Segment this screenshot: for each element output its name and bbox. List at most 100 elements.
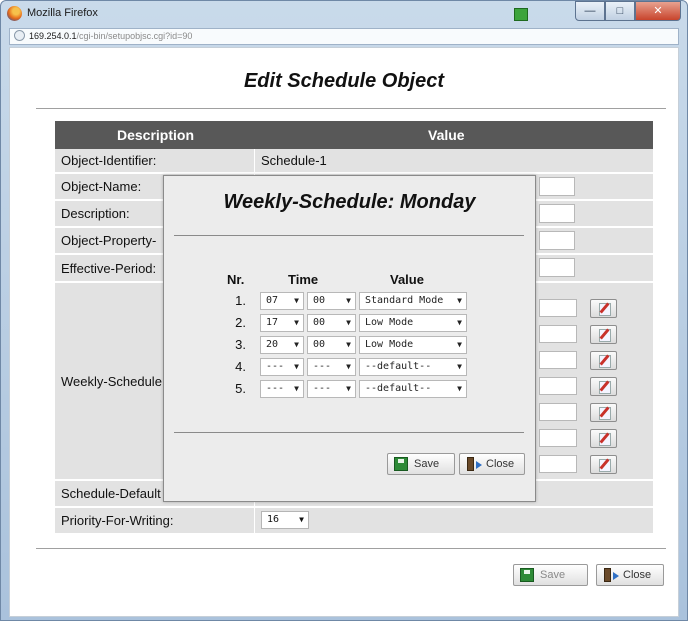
row-number: 2. [235,315,246,330]
chevron-down-icon: ▼ [346,318,351,327]
hour-select[interactable]: --- ▼ [260,380,304,398]
close-window-button[interactable]: ✕ [635,1,681,21]
effective-period-input[interactable] [539,258,575,277]
dialog-save-button[interactable]: Save [387,453,455,475]
firefox-icon [7,6,22,21]
window-controls: — □ ✕ [575,1,681,21]
window-title: Mozilla Firefox [27,7,98,19]
hour-value: 07 [266,295,279,306]
save-label: Save [540,569,566,581]
weekly-schedule-input[interactable] [539,325,577,343]
minute-value: --- [313,383,332,394]
minute-value: 00 [313,339,326,350]
description-input[interactable] [539,204,575,223]
dialog-title: Weekly-Schedule: Monday [223,191,476,213]
chevron-down-icon: ▼ [457,318,462,327]
minute-select[interactable]: 00 ▼ [307,336,356,354]
mode-value: --default-- [365,383,432,394]
hour-select[interactable]: --- ▼ [260,358,304,376]
weekly-schedule-input[interactable] [539,455,577,473]
weekly-schedule-input[interactable] [539,403,577,421]
save-label: Save [414,458,440,470]
row-label: Object-Identifier: [55,149,255,172]
page-title: Edit Schedule Object [243,70,445,92]
weekly-schedule-input[interactable] [539,429,577,447]
chevron-down-icon: ▼ [294,384,299,393]
mode-select[interactable]: --default-- ▼ [359,358,467,376]
row-number: 5. [235,381,246,396]
header-time: Time [288,272,319,287]
mode-value: Low Mode [365,339,414,350]
header-value: Value [428,127,465,143]
chevron-down-icon: ▼ [346,384,351,393]
close-label: Close [623,569,652,581]
hour-select[interactable]: 07 ▼ [260,292,304,310]
header-nr: Nr. [227,272,245,287]
exit-door-icon [467,457,482,471]
chevron-down-icon: ▼ [457,362,462,371]
mode-select[interactable]: Standard Mode ▼ [359,292,467,310]
row-number: 1. [235,293,246,308]
page-close-button[interactable]: Close [596,564,664,586]
row-number: 4. [235,359,246,374]
minute-select[interactable]: 00 ▼ [307,314,356,332]
weekly-schedule-dialog: Weekly-Schedule: Monday Nr. Time Value 1… [163,175,536,502]
chevron-down-icon: ▼ [346,296,351,305]
edit-schedule-button[interactable] [590,325,617,344]
row-value: Schedule-1 [261,153,327,168]
hour-select[interactable]: 20 ▼ [260,336,304,354]
edit-schedule-button[interactable] [590,299,617,318]
url-host: 169.254.0.1 [29,31,77,41]
chevron-down-icon: ▼ [346,362,351,371]
object-name-input[interactable] [539,177,575,196]
edit-schedule-button[interactable] [590,351,617,370]
mode-select[interactable]: --default-- ▼ [359,380,467,398]
minute-select[interactable]: --- ▼ [307,358,356,376]
address-bar[interactable]: 169.254.0.1/cgi-bin/setupobjsc.cgi?id=90 [9,28,679,45]
chevron-down-icon: ▼ [294,362,299,371]
dialog-close-button[interactable]: Close [459,453,525,475]
chevron-down-icon: ▼ [294,296,299,305]
mode-select[interactable]: Low Mode ▼ [359,336,467,354]
url-path: /cgi-bin/setupobjsc.cgi?id=90 [76,31,193,41]
save-icon [520,568,534,582]
status-tray-icon[interactable] [514,8,528,21]
weekly-schedule-input[interactable] [539,351,577,369]
close-label: Close [486,458,515,470]
edit-schedule-button[interactable] [590,429,617,448]
save-icon [394,457,408,471]
row-object-identifier: Object-Identifier: Schedule-1 [55,149,653,173]
mode-select[interactable]: Low Mode ▼ [359,314,467,332]
chevron-down-icon: ▼ [457,384,462,393]
dialog-top-divider [174,235,524,236]
footer-divider [36,548,666,549]
minute-select[interactable]: 00 ▼ [307,292,356,310]
chevron-down-icon: ▼ [457,340,462,349]
object-property-input[interactable] [539,231,575,250]
priority-select[interactable]: 16 ▼ [261,511,309,529]
priority-value: 16 [267,514,280,525]
edit-schedule-button[interactable] [590,377,617,396]
mode-value: Standard Mode [365,295,444,306]
minute-value: --- [313,361,332,372]
mode-value: Low Mode [365,317,414,328]
weekly-schedule-input[interactable] [539,299,577,317]
weekly-schedule-input[interactable] [539,377,577,395]
edit-schedule-button[interactable] [590,403,617,422]
hour-value: 17 [266,317,279,328]
minute-value: 00 [313,295,326,306]
mode-value: --default-- [365,361,432,372]
dialog-bottom-divider [174,432,524,433]
chevron-down-icon: ▼ [457,296,462,305]
hour-select[interactable]: 17 ▼ [260,314,304,332]
row-number: 3. [235,337,246,352]
minute-select[interactable]: --- ▼ [307,380,356,398]
chevron-down-icon: ▼ [346,340,351,349]
exit-door-icon [604,568,619,582]
hour-value: --- [266,361,285,372]
edit-schedule-button[interactable] [590,455,617,474]
page-save-button[interactable]: Save [513,564,588,586]
maximize-button[interactable]: □ [605,1,635,21]
table-header: Description Value [55,121,653,149]
minimize-button[interactable]: — [575,1,605,21]
